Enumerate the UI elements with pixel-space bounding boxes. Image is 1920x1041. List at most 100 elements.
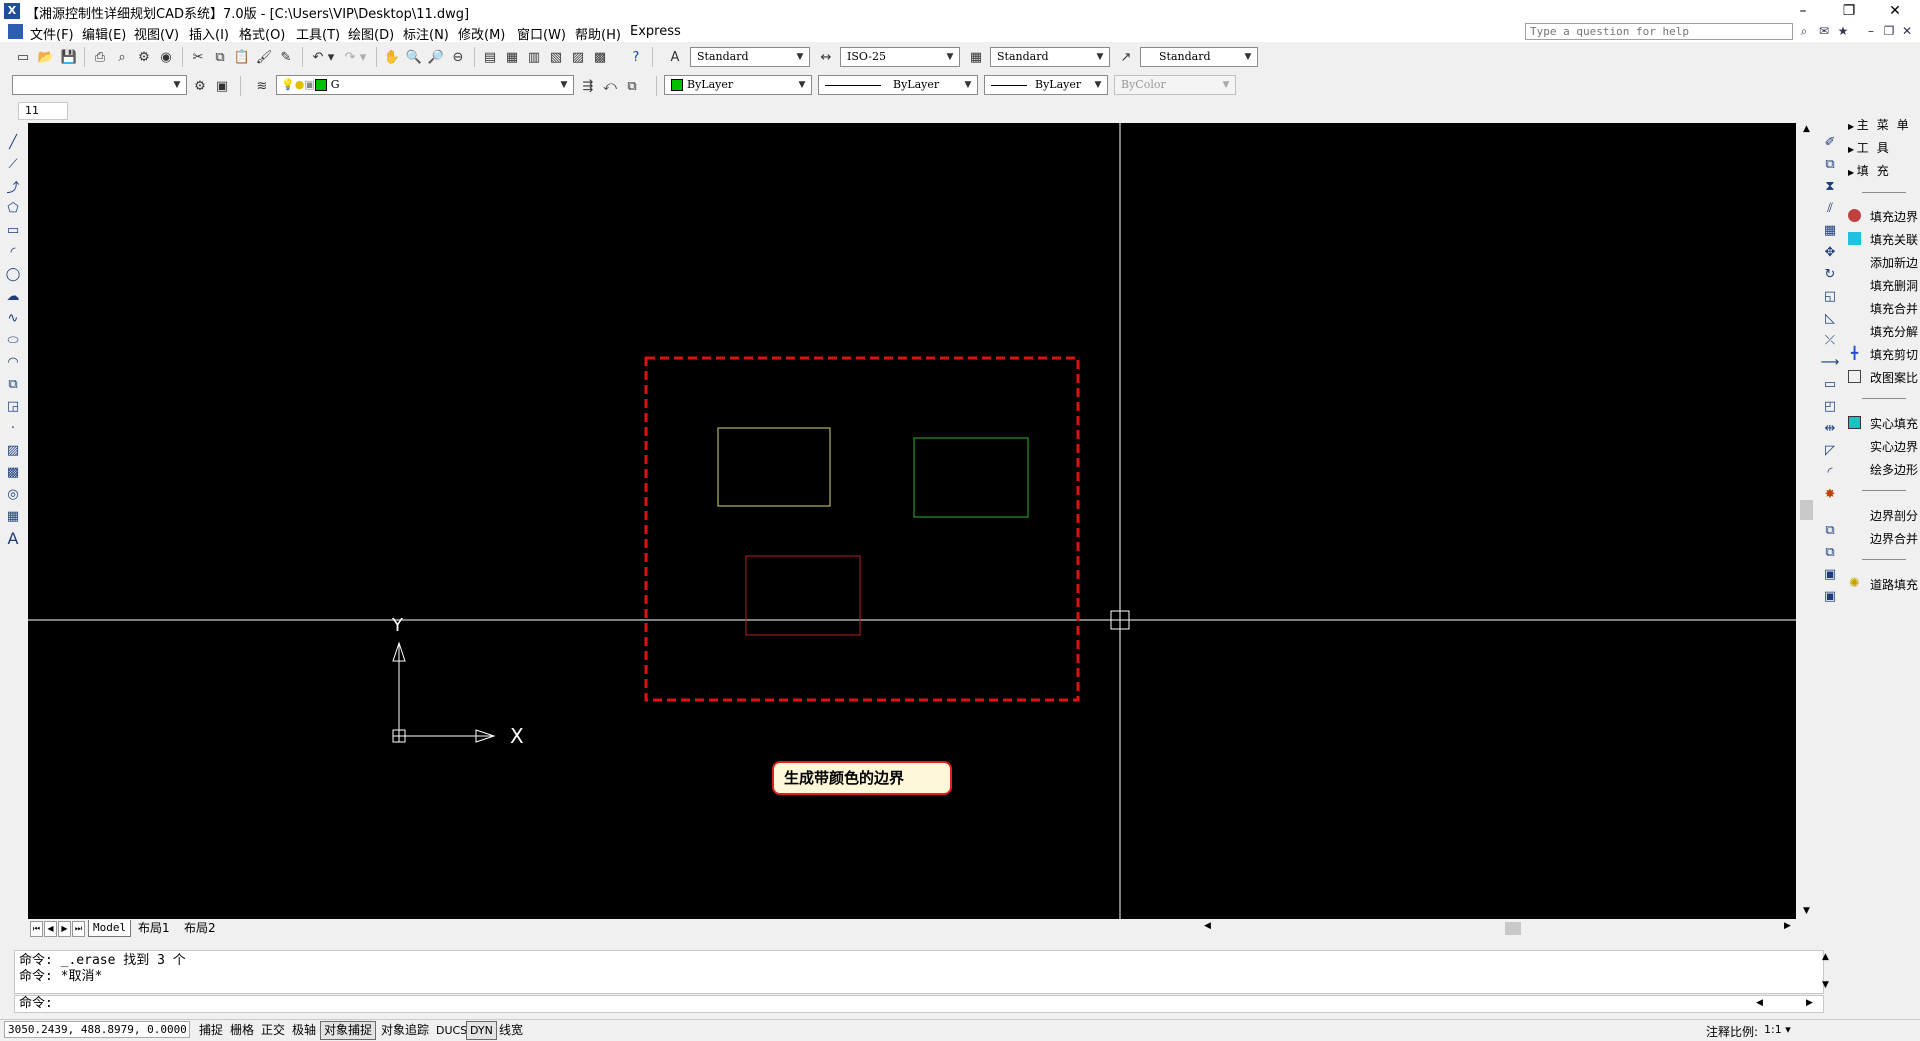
- menu-modify[interactable]: 修改(M): [458, 24, 505, 43]
- layer-select[interactable]: 💡●▣ G ▼: [276, 75, 574, 95]
- ellipse-arc-icon[interactable]: ◠: [3, 352, 23, 372]
- offset-icon[interactable]: ⫽: [1820, 198, 1840, 218]
- gradient-icon[interactable]: ▩: [3, 462, 23, 482]
- scale-icon[interactable]: ◱: [1820, 286, 1840, 306]
- menu-express[interactable]: Express: [630, 24, 681, 39]
- tool-palettes-icon[interactable]: ▥: [524, 47, 544, 67]
- menu-edit[interactable]: 编辑(E): [82, 24, 126, 43]
- design-center-icon[interactable]: ▦: [502, 47, 522, 67]
- table-style-icon[interactable]: ▦: [966, 47, 986, 67]
- snap-toggle[interactable]: 捕捉: [195, 1021, 227, 1040]
- red-dashed-boundary[interactable]: [644, 356, 1080, 702]
- close-button[interactable]: ✕: [1872, 0, 1918, 22]
- region-icon[interactable]: ◎: [3, 484, 23, 504]
- layer-manager-icon[interactable]: ≋: [252, 76, 272, 96]
- ortho-toggle[interactable]: 正交: [257, 1021, 289, 1040]
- polar-toggle[interactable]: 极轴: [288, 1021, 320, 1040]
- extend-icon[interactable]: ⟶: [1820, 352, 1840, 372]
- redo-dropdown-icon[interactable]: ▾: [358, 47, 368, 67]
- tab-layout1[interactable]: 布局1: [134, 920, 174, 936]
- menu-view[interactable]: 视图(V): [134, 24, 179, 43]
- help-search-input[interactable]: [1525, 23, 1793, 40]
- stretch-icon[interactable]: ◺: [1820, 308, 1840, 328]
- move-icon[interactable]: ✥: [1820, 242, 1840, 262]
- menu-fill-boundary[interactable]: 填充边界: [1848, 208, 1918, 225]
- join-icon[interactable]: ⇹: [1820, 418, 1840, 438]
- menu-fill-group[interactable]: ▶ 填充: [1848, 162, 1918, 179]
- plotstyle-select[interactable]: ByColor ▼: [1114, 75, 1236, 95]
- ellipse-icon[interactable]: ⬭: [3, 330, 23, 350]
- make-block-icon[interactable]: ◲: [3, 396, 23, 416]
- drawing-canvas[interactable]: Y X 生成带颜色的边界: [28, 123, 1796, 919]
- favorites-icon[interactable]: ★: [1834, 23, 1852, 40]
- text-style-icon[interactable]: A: [665, 47, 685, 67]
- menu-window[interactable]: 窗口(W): [517, 24, 566, 43]
- tab-next-icon[interactable]: ▶: [58, 921, 71, 937]
- dyn-toggle[interactable]: DYN: [466, 1021, 497, 1040]
- rotate-icon[interactable]: ↻: [1820, 264, 1840, 284]
- menu-fill-explode[interactable]: 填充分解: [1848, 323, 1918, 340]
- horizontal-scrollbar[interactable]: [1198, 920, 1796, 937]
- undo-dropdown-icon[interactable]: ▾: [326, 47, 336, 67]
- menu-solid-fill[interactable]: 实心填充: [1848, 415, 1918, 432]
- menu-file[interactable]: 文件(F): [30, 24, 74, 43]
- workspace-select[interactable]: ▼: [12, 75, 187, 95]
- menu-fill-cut[interactable]: ╋ 填充剪切: [1848, 346, 1918, 363]
- print-icon[interactable]: ⎙: [90, 47, 110, 67]
- copy-object-icon[interactable]: ⧉: [1820, 154, 1840, 174]
- hatch-icon[interactable]: ▨: [3, 440, 23, 460]
- menu-main[interactable]: ▶ 主菜单: [1848, 116, 1918, 133]
- publish-icon[interactable]: ⚙: [134, 47, 154, 67]
- point-icon[interactable]: ·: [3, 418, 23, 438]
- rectangle-icon[interactable]: ▭: [3, 220, 23, 240]
- insert-block-icon[interactable]: ⧉: [3, 374, 23, 394]
- menu-boundary-merge[interactable]: 边界合并: [1848, 530, 1918, 547]
- dim-style-select[interactable]: ISO-25 ▼: [840, 47, 960, 67]
- markup-icon[interactable]: ▨: [568, 47, 588, 67]
- menu-draw-polygon[interactable]: 绘多边形: [1848, 461, 1918, 478]
- zoom-realtime-icon[interactable]: 🔍: [404, 47, 424, 67]
- layer-states-icon[interactable]: ⧉: [622, 76, 642, 96]
- annotation-scale-select[interactable]: 1:1 ▾: [1764, 1021, 1791, 1038]
- cmd-scroll-left-icon[interactable]: ◀: [1756, 998, 1763, 1008]
- scroll-right-icon[interactable]: ▶: [1784, 921, 1791, 931]
- grid-toggle[interactable]: 栅格: [226, 1021, 258, 1040]
- open-file-icon[interactable]: 📂: [36, 47, 56, 67]
- zoom-window-icon[interactable]: 🔎: [426, 47, 446, 67]
- draworder-above-icon[interactable]: ▣: [1820, 564, 1840, 584]
- chamfer-icon[interactable]: ◸: [1820, 440, 1840, 460]
- osnap-toggle[interactable]: 对象捕捉: [320, 1021, 377, 1040]
- multileader-style-icon[interactable]: ↗: [1116, 47, 1136, 67]
- cmd-scroll-up-icon[interactable]: ▲: [1822, 952, 1829, 962]
- menu-insert[interactable]: 插入(I): [189, 24, 229, 43]
- coordinate-readout[interactable]: 3050.2439, 488.8979, 0.0000: [4, 1021, 190, 1038]
- menu-help[interactable]: 帮助(H): [575, 24, 621, 43]
- red-rectangle[interactable]: [745, 555, 861, 636]
- menu-fill-merge[interactable]: 填充合并: [1848, 300, 1918, 317]
- tab-first-icon[interactable]: ⏮: [30, 921, 43, 937]
- fillet-icon[interactable]: ◜: [1820, 462, 1840, 482]
- arc-icon[interactable]: ◜: [3, 242, 23, 262]
- vertical-scrollbar[interactable]: [1798, 123, 1815, 920]
- tab-last-icon[interactable]: ⏭: [72, 921, 85, 937]
- command-input[interactable]: 命令:: [14, 995, 1824, 1013]
- new-file-icon[interactable]: ▭: [13, 47, 33, 67]
- text-style-select[interactable]: Standard ▼: [690, 47, 810, 67]
- multileader-style-select[interactable]: Standard ▼: [1140, 47, 1258, 67]
- restore-button[interactable]: ❐: [1826, 0, 1872, 22]
- erase-icon[interactable]: ✐: [1820, 132, 1840, 152]
- layer-previous-icon[interactable]: ⤺: [600, 76, 620, 96]
- menu-fill-associate[interactable]: 填充关联: [1848, 231, 1918, 248]
- pan-icon[interactable]: ✋: [382, 47, 402, 67]
- scroll-left-icon[interactable]: ◀: [1204, 921, 1211, 931]
- table-icon[interactable]: ▦: [3, 506, 23, 526]
- menu-tools-group[interactable]: ▶ 工具: [1848, 139, 1918, 156]
- scroll-up-icon[interactable]: ▲: [1800, 124, 1813, 134]
- line-icon[interactable]: ╱: [3, 132, 23, 152]
- revision-cloud-icon[interactable]: ☁: [3, 286, 23, 306]
- lineweight-select[interactable]: ByLayer ▼: [984, 75, 1108, 95]
- array-icon[interactable]: ▦: [1820, 220, 1840, 240]
- polygon-icon[interactable]: ⬠: [3, 198, 23, 218]
- cmd-scroll-down-icon[interactable]: ▼: [1822, 980, 1829, 990]
- linetype-select[interactable]: ByLayer ▼: [818, 75, 978, 95]
